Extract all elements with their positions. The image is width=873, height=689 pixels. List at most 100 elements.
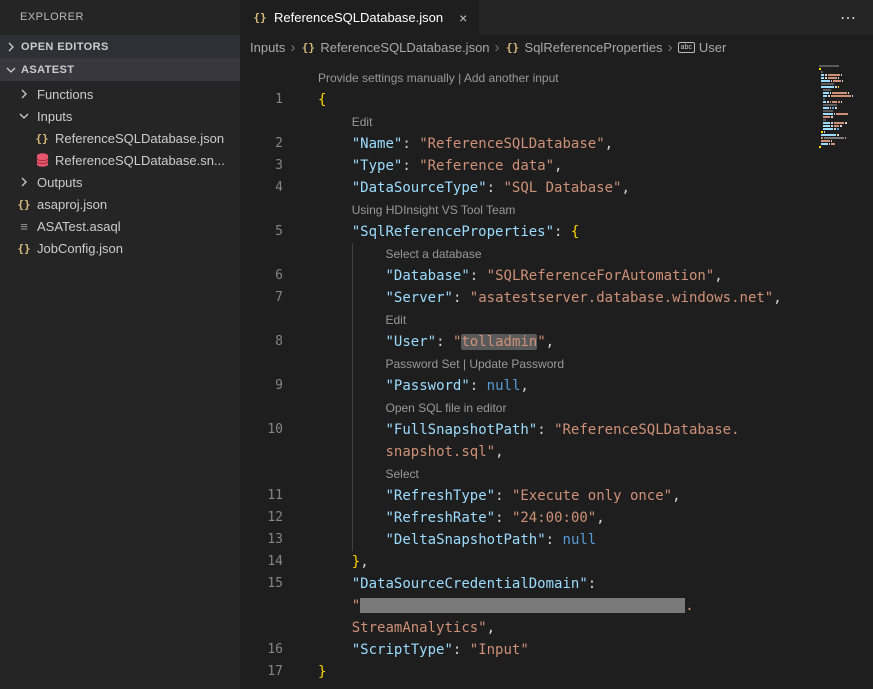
code-line[interactable]: "FullSnapshotPath": "ReferenceSQLDatabas… (318, 419, 873, 441)
breadcrumb-item-inputs[interactable]: Inputs (250, 40, 285, 55)
more-actions-icon[interactable]: ⋯ (840, 0, 873, 35)
line-number: 3 (240, 155, 318, 177)
tab-referencesqldatabase-json[interactable]: {} ReferenceSQLDatabase.json × (240, 0, 479, 35)
code-token: : (453, 642, 470, 658)
indent-guide (352, 485, 353, 507)
code-line[interactable]: "RefreshRate": "24:00:00", (318, 507, 873, 529)
breadcrumb-item-referencesqldatabase-json[interactable]: {} ReferenceSQLDatabase.json (300, 39, 489, 55)
minimap[interactable] (819, 65, 871, 149)
code-token: : (546, 532, 563, 548)
json-icon: {} (16, 196, 32, 212)
minimap-line (819, 65, 871, 67)
code-line[interactable]: "Type": "Reference data", (318, 155, 873, 177)
editor-row: ". (240, 595, 873, 617)
tree-item-referencesqldatabase-json[interactable]: {}ReferenceSQLDatabase.json (0, 127, 240, 149)
breadcrumb-separator: › (668, 39, 673, 56)
editor-row: 15"DataSourceCredentialDomain": (240, 573, 873, 595)
codelens-action[interactable]: Open SQL file in editor (318, 397, 873, 419)
code-token: , (520, 378, 528, 394)
close-icon[interactable]: × (459, 10, 467, 26)
code-line[interactable]: "DeltaSnapshotPath": null (318, 529, 873, 551)
tree-item-asaproj-json[interactable]: {}asaproj.json (0, 193, 240, 215)
breadcrumb-label: ReferenceSQLDatabase.json (320, 40, 489, 55)
tree-item-label: ReferenceSQLDatabase.sn... (55, 153, 225, 168)
code-line[interactable]: "Server": "asatestserver.database.window… (318, 287, 873, 309)
json-icon: {} (300, 39, 316, 55)
editor-row: 12"RefreshRate": "24:00:00", (240, 507, 873, 529)
tab-bar: {} ReferenceSQLDatabase.json × ⋯ (240, 0, 873, 35)
code-token: : (554, 224, 571, 240)
tree-item-jobconfig-json[interactable]: {}JobConfig.json (0, 237, 240, 259)
indent-guide (352, 331, 353, 353)
code-token: "24:00:00" (512, 510, 596, 526)
indent-guide (352, 397, 353, 419)
code-token: : (487, 180, 504, 196)
editor-row: 5"SqlReferenceProperties": { (240, 221, 873, 243)
code-token: "Database" (386, 268, 470, 284)
editor-row: 17} (240, 661, 873, 683)
line-number: 11 (240, 485, 318, 507)
code-token: } (318, 664, 326, 680)
editor-row: 11"RefreshType": "Execute only once", (240, 485, 873, 507)
code-token: "Execute only once" (512, 488, 672, 504)
tree-item-asatest-asaql[interactable]: ≡ASATest.asaql (0, 215, 240, 237)
code-token: "DataSourceCredentialDomain" (352, 576, 588, 592)
code-token: { (318, 92, 326, 108)
code-token: } (352, 554, 360, 570)
breadcrumb-item-sqlreferenceproperties[interactable]: {}SqlReferenceProperties (505, 39, 663, 55)
code-line[interactable]: "DataSourceType": "SQL Database", (318, 177, 873, 199)
editor-row: Password Set | Update Password (240, 353, 873, 375)
codelens-action[interactable]: Password Set | Update Password (318, 353, 873, 375)
tree-item-referencesqldatabase-sn[interactable]: ReferenceSQLDatabase.sn... (0, 149, 240, 171)
minimap-line (823, 89, 871, 91)
editor-row: Using HDInsight VS Tool Team (240, 199, 873, 221)
indent-guide (352, 463, 353, 485)
code-token: "Server" (386, 290, 453, 306)
code-token: . (685, 598, 693, 614)
code-token: , (487, 620, 495, 636)
code-line[interactable]: }, (318, 551, 873, 573)
code-editor[interactable]: Provide settings manually | Add another … (240, 59, 873, 689)
codelens-action[interactable]: Edit (318, 309, 873, 331)
code-line[interactable]: ". (318, 595, 873, 617)
codelens-action[interactable]: Using HDInsight VS Tool Team (318, 199, 873, 221)
code-line[interactable]: "Database": "SQLReferenceForAutomation", (318, 265, 873, 287)
codelens-action[interactable]: Select a database (318, 243, 873, 265)
tree-item-functions[interactable]: Functions (0, 83, 240, 105)
code-line[interactable]: "User": "tolladmin", (318, 331, 873, 353)
codelens-action[interactable]: Provide settings manually | Add another … (318, 67, 873, 89)
section-asatest[interactable]: ASATEST (0, 58, 240, 81)
code-line[interactable]: } (318, 661, 873, 683)
code-line[interactable]: "ScriptType": "Input" (318, 639, 873, 661)
tree-item-outputs[interactable]: Outputs (0, 171, 240, 193)
code-token: "Reference data" (419, 158, 554, 174)
codelens-action[interactable]: Edit (318, 111, 873, 133)
code-line[interactable]: "Password": null, (318, 375, 873, 397)
code-line[interactable]: StreamAnalytics", (318, 617, 873, 639)
code-line[interactable]: "Name": "ReferenceSQLDatabase", (318, 133, 873, 155)
code-line[interactable]: "SqlReferenceProperties": { (318, 221, 873, 243)
code-line[interactable]: "RefreshType": "Execute only once", (318, 485, 873, 507)
code-token: , (360, 554, 368, 570)
minimap-line (821, 134, 871, 136)
code-line[interactable]: { (318, 89, 873, 111)
minimap-line (823, 101, 871, 103)
indent-guide (352, 375, 353, 397)
code-token: : (402, 136, 419, 152)
minimap-line (821, 83, 871, 85)
breadcrumb-item-user[interactable]: abcUser (678, 40, 727, 55)
editor-row: snapshot.sql", (240, 441, 873, 463)
editor-row: Edit (240, 309, 873, 331)
codelens-action[interactable]: Select (318, 463, 873, 485)
line-number: 15 (240, 573, 318, 595)
tree-item-label: Outputs (37, 175, 83, 190)
minimap-line (821, 86, 871, 88)
breadcrumb-label: Inputs (250, 40, 285, 55)
section-open-editors[interactable]: OPEN EDITORS (0, 35, 240, 58)
code-line[interactable]: snapshot.sql", (318, 441, 873, 463)
explorer-title: EXPLORER (0, 0, 240, 35)
code-token: "RefreshType" (386, 488, 496, 504)
tree-item-inputs[interactable]: Inputs (0, 105, 240, 127)
line-number (240, 463, 318, 485)
code-line[interactable]: "DataSourceCredentialDomain": (318, 573, 873, 595)
